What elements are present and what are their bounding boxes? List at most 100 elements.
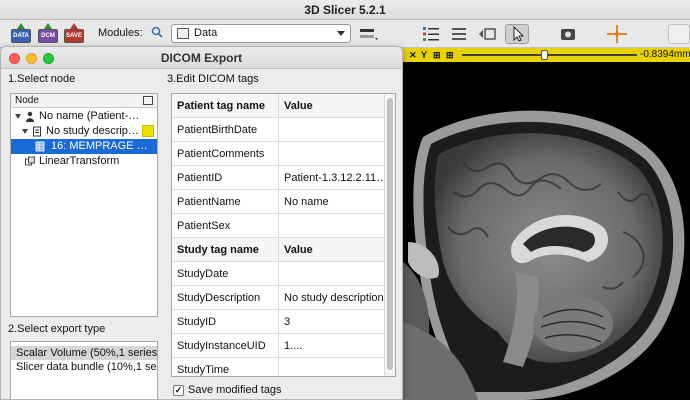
tree-column-header[interactable]: Node (11, 94, 157, 108)
slice-offset-slider[interactable] (462, 54, 637, 56)
tree-item-label: LinearTransform (39, 155, 120, 167)
transform-icon (25, 156, 35, 166)
save-modified-tags-label: Save modified tags (188, 384, 282, 396)
screenshot-icon[interactable] (558, 24, 578, 44)
history-icon[interactable] (476, 24, 498, 44)
save-icon: SAVE (64, 29, 84, 43)
chevron-down-icon (337, 31, 345, 36)
modules-label: Modules: (98, 27, 143, 39)
minimize-window-button[interactable] (26, 53, 37, 64)
tag-value-cell[interactable]: 1.... (279, 334, 384, 358)
pin-icon[interactable]: ✕ (409, 48, 417, 62)
tag-name-cell: PatientName (172, 190, 279, 214)
slice-y-label: Y (421, 50, 428, 60)
tag-table-scrollbar[interactable] (384, 94, 395, 376)
patient-icon (26, 111, 34, 122)
tag-value-cell[interactable] (279, 142, 384, 166)
tag-name-cell: PatientID (172, 166, 279, 190)
select-export-type-label: 2.Select export type (8, 323, 106, 335)
crosshair-icon[interactable] (605, 24, 629, 44)
tag-value-cell[interactable]: No name (279, 190, 384, 214)
study-tag-value-header: Value (284, 244, 313, 256)
expand-toggle-icon[interactable] (15, 114, 21, 119)
maximize-window-button[interactable] (43, 53, 54, 64)
dicom-tag-table[interactable]: Patient tag name Value PatientBirthDate … (171, 93, 396, 377)
fit-icon[interactable]: ⊞ (446, 48, 454, 62)
scrollbar-thumb[interactable] (387, 98, 393, 370)
checkbox-checked-icon[interactable]: ✓ (173, 385, 184, 396)
slice-offset-handle[interactable] (540, 50, 548, 60)
table-row[interactable]: PatientBirthDate (172, 118, 384, 142)
tag-value-cell[interactable] (279, 262, 384, 286)
mouse-mode-button[interactable] (505, 24, 529, 44)
data-module-icon (177, 28, 189, 39)
tag-value-cell[interactable] (279, 358, 384, 376)
slice-view[interactable] (403, 62, 690, 400)
patient-tag-value-header: Value (284, 100, 313, 112)
table-row[interactable]: PatientSex (172, 214, 384, 238)
dicom-icon: DCM (38, 29, 58, 43)
list-icon[interactable] (448, 24, 470, 44)
tree-item-volume[interactable]: 16: MEMPRAGE … (11, 139, 157, 154)
column-visibility-icon[interactable] (143, 96, 153, 105)
table-row[interactable]: StudyDescription No study description (172, 286, 384, 310)
module-search-icon[interactable] (151, 26, 163, 38)
study-tag-name-header: Study tag name (172, 238, 279, 262)
close-window-button[interactable] (9, 53, 20, 64)
table-row[interactable]: StudyInstanceUID 1.... (172, 334, 384, 358)
tag-name-cell: StudyDescription (172, 286, 279, 310)
table-row[interactable]: PatientName No name (172, 190, 384, 214)
tree-item-transform[interactable]: LinearTransform (11, 154, 157, 169)
tree-item-study[interactable]: No study descrip… (11, 124, 157, 139)
node-tree[interactable]: Node No name (Patient-… No study descrip… (10, 93, 158, 317)
tag-name-cell: PatientComments (172, 142, 279, 166)
tag-name-cell: PatientSex (172, 214, 279, 238)
app-title-bar: 3D Slicer 5.2.1 (0, 0, 690, 20)
export-type-item[interactable]: Scalar Volume (50%,1 series) (11, 346, 157, 360)
dialog-title-bar: DICOM Export (1, 47, 402, 69)
tree-item-patient[interactable]: No name (Patient-… (11, 109, 157, 124)
table-row[interactable]: PatientComments (172, 142, 384, 166)
layout-icon[interactable] (358, 24, 380, 44)
module-selected-label: Data (194, 27, 218, 39)
module-selector[interactable]: Data (171, 24, 351, 43)
patient-tag-name-header: Patient tag name (172, 94, 279, 118)
toolbar-extra-button[interactable] (668, 24, 690, 44)
table-row[interactable]: StudyTime (172, 358, 384, 376)
pointer-icon (513, 25, 525, 42)
tag-value-cell[interactable] (279, 118, 384, 142)
load-data-button[interactable]: DATA (11, 23, 31, 45)
main-toolbar: DATA DCM SAVE Modules: Data (0, 20, 690, 48)
expand-toggle-icon[interactable] (22, 129, 28, 134)
tag-value-cell[interactable] (279, 214, 384, 238)
load-dicom-button[interactable]: DCM (38, 23, 58, 45)
slice-list-icon[interactable] (420, 24, 442, 44)
tag-value-cell[interactable]: No study description (279, 286, 384, 310)
volume-icon (35, 141, 45, 152)
export-type-list[interactable]: Scalar Volume (50%,1 series) Slicer data… (10, 341, 158, 399)
slice-offset-value: -0.8394mm (640, 49, 690, 60)
tree-item-label: No study descrip… (46, 125, 139, 137)
tag-name-cell: StudyInstanceUID (172, 334, 279, 358)
tree-item-label: No name (Patient-… (39, 110, 140, 122)
dialog-title: DICOM Export (160, 51, 243, 65)
select-node-label: 1.Select node (8, 73, 76, 85)
table-row[interactable]: StudyDate (172, 262, 384, 286)
mri-sagittal-image (403, 110, 685, 400)
dicom-export-dialog: DICOM Export 1.Select node 3.Edit DICOM … (0, 46, 403, 400)
tag-name-cell: StudyTime (172, 358, 279, 376)
tree-item-label: 16: MEMPRAGE … (51, 140, 148, 152)
save-button[interactable]: SAVE (64, 23, 84, 45)
table-row[interactable]: StudyID 3 (172, 310, 384, 334)
grid-icon[interactable]: ⊞ (433, 48, 441, 62)
edit-tags-label: 3.Edit DICOM tags (167, 73, 259, 85)
export-type-item[interactable]: Slicer data bundle (10%,1 seri (11, 360, 157, 374)
study-icon (33, 126, 41, 137)
app-title: 3D Slicer 5.2.1 (304, 3, 386, 17)
table-row[interactable]: PatientID Patient-1.3.12.2.11… (172, 166, 384, 190)
study-tag-header-row: Study tag name Value (172, 238, 384, 262)
tag-name-cell: StudyID (172, 310, 279, 334)
tag-value-cell[interactable]: Patient-1.3.12.2.11… (279, 166, 384, 190)
data-icon: DATA (11, 29, 31, 43)
tag-value-cell[interactable]: 3 (279, 310, 384, 334)
